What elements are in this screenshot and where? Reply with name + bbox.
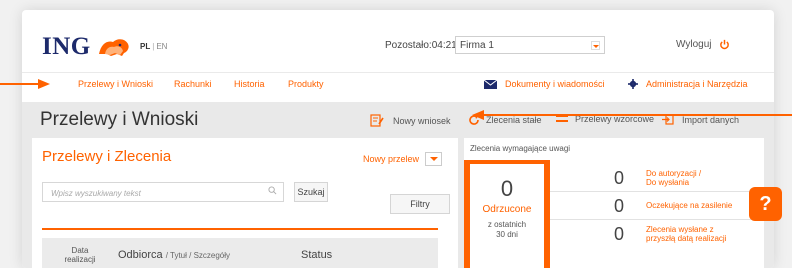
rejected-count: 0 <box>500 176 514 201</box>
new-request-button[interactable]: Nowy wniosek <box>370 114 451 127</box>
column-recipient-label: Odbiorca <box>118 249 163 261</box>
nav-item-transfers[interactable]: Przelewy i Wnioski <box>78 79 153 89</box>
nav-documents-label: Dokumenty i wiadomości <box>505 79 605 89</box>
search-input[interactable] <box>49 186 253 200</box>
search-button[interactable]: Szukaj <box>294 182 328 202</box>
nav-item-products[interactable]: Produkty <box>288 79 324 89</box>
authorization-label: Do autoryzacji / Do wysłania <box>646 169 756 187</box>
attention-list: 0 Do autoryzacji / Do wysłania 0 Oczekuj… <box>550 160 764 268</box>
session-timer: Pozostało:04:21 <box>385 40 457 51</box>
annotation-arrow-right <box>472 110 792 120</box>
help-button[interactable]: ? <box>749 187 782 221</box>
list-item-authorization[interactable]: 0 Do autoryzacji / Do wysłania <box>550 164 764 192</box>
column-date[interactable]: Data realizacji <box>58 246 102 264</box>
column-status[interactable]: Status <box>301 249 332 261</box>
lion-logo-icon <box>98 39 129 56</box>
nav-item-documents[interactable]: Dokumenty i wiadomości <box>484 79 605 89</box>
column-recipient[interactable]: Odbiorca / Tytuł / Szczegóły <box>118 249 230 261</box>
authorization-label-line2: Do wysłania <box>646 178 690 187</box>
new-transfer-dropdown[interactable]: Nowy przelew <box>363 152 443 166</box>
main-nav: Przelewy i Wnioski Rachunki Historia Pro… <box>22 72 774 101</box>
list-item-funding[interactable]: 0 Oczekujące na zasilenie <box>550 192 764 220</box>
content-area: Przelewy i Wnioski Nowy wniosek Zlecenia… <box>22 102 774 268</box>
authorization-count: 0 <box>614 168 625 188</box>
funding-label: Oczekujące na zasilenie <box>646 201 733 210</box>
attention-panel-body: 0 Odrzucone z ostatnich 30 dni 0 Do auto… <box>464 160 764 268</box>
future-date-label-line2: przyszłą datą realizacji <box>646 234 727 243</box>
company-select[interactable]: Firma 1 <box>455 36 605 54</box>
section-divider <box>42 228 438 230</box>
chevron-down-icon <box>591 41 600 50</box>
lang-separator: | <box>152 42 155 51</box>
company-select-value: Firma 1 <box>460 40 494 51</box>
new-request-label: Nowy wniosek <box>393 115 451 126</box>
rejected-label: Odrzucone <box>482 204 532 215</box>
search-field[interactable] <box>42 182 284 202</box>
filters-button[interactable]: Filtry <box>390 194 450 214</box>
future-date-count: 0 <box>614 224 625 244</box>
rejected-card[interactable]: 0 Odrzucone z ostatnich 30 dni <box>470 164 544 268</box>
power-icon <box>720 39 730 50</box>
logo-text: ING <box>42 33 91 60</box>
top-bar: ING PL | EN Pozostało:04:21 Firma 1 Wylogu… <box>22 10 774 72</box>
table-header: Data realizacji Odbiorca / Tytuł / Szcze… <box>42 238 438 268</box>
new-transfer-label: Nowy przelew <box>363 154 420 164</box>
app-window: ING PL | EN Pozostało:04:21 Firma 1 Wylogu… <box>22 10 774 268</box>
page-title: Przelewy i Wnioski <box>40 109 199 130</box>
new-request-icon <box>370 114 384 127</box>
ing-logo[interactable]: ING <box>42 33 131 61</box>
nav-item-history[interactable]: Historia <box>234 79 265 89</box>
column-recipient-sub: / Tytuł / Szczegóły <box>165 251 231 260</box>
column-date-line1: Data <box>71 246 89 255</box>
nav-item-admin[interactable]: Administracja i Narzędzia <box>628 79 748 89</box>
rejected-period: z ostatnich 30 dni <box>470 220 544 240</box>
search-icon <box>268 186 277 195</box>
nav-item-accounts[interactable]: Rachunki <box>174 79 212 89</box>
funding-count: 0 <box>614 196 625 216</box>
envelope-icon <box>484 79 497 89</box>
nav-admin-label: Administracja i Narzędzia <box>646 79 748 89</box>
list-item-future-date[interactable]: 0 Zlecenia wysłane z przyszłą datą reali… <box>550 220 764 248</box>
chevron-down-icon <box>425 152 443 166</box>
lang-en[interactable]: EN <box>156 42 167 51</box>
language-switch: PL | EN <box>140 42 167 51</box>
authorization-label-line1: Do autoryzacji / <box>646 169 702 178</box>
future-date-label-line1: Zlecenia wysłane z <box>646 225 714 234</box>
attention-panel: Zlecenia wymagające uwagi 0 Odrzucone z … <box>464 138 764 268</box>
lang-pl[interactable]: PL <box>140 42 150 51</box>
rejected-period-line2: 30 dni <box>496 230 518 239</box>
column-date-line2: realizacji <box>64 255 96 264</box>
gear-icon <box>628 79 638 89</box>
transfers-panel: Przelewy i Zlecenia Nowy przelew Szukaj … <box>32 138 458 268</box>
logout-label: Wyloguj <box>676 39 712 50</box>
logout-button[interactable]: Wyloguj <box>676 39 730 50</box>
future-date-label: Zlecenia wysłane z przyszłą datą realiza… <box>646 225 756 243</box>
annotation-arrow-left <box>0 79 50 89</box>
rejected-period-line1: z ostatnich <box>487 220 527 229</box>
attention-panel-title: Zlecenia wymagające uwagi <box>470 144 571 153</box>
panel-title: Przelewy i Zlecenia <box>42 148 172 165</box>
